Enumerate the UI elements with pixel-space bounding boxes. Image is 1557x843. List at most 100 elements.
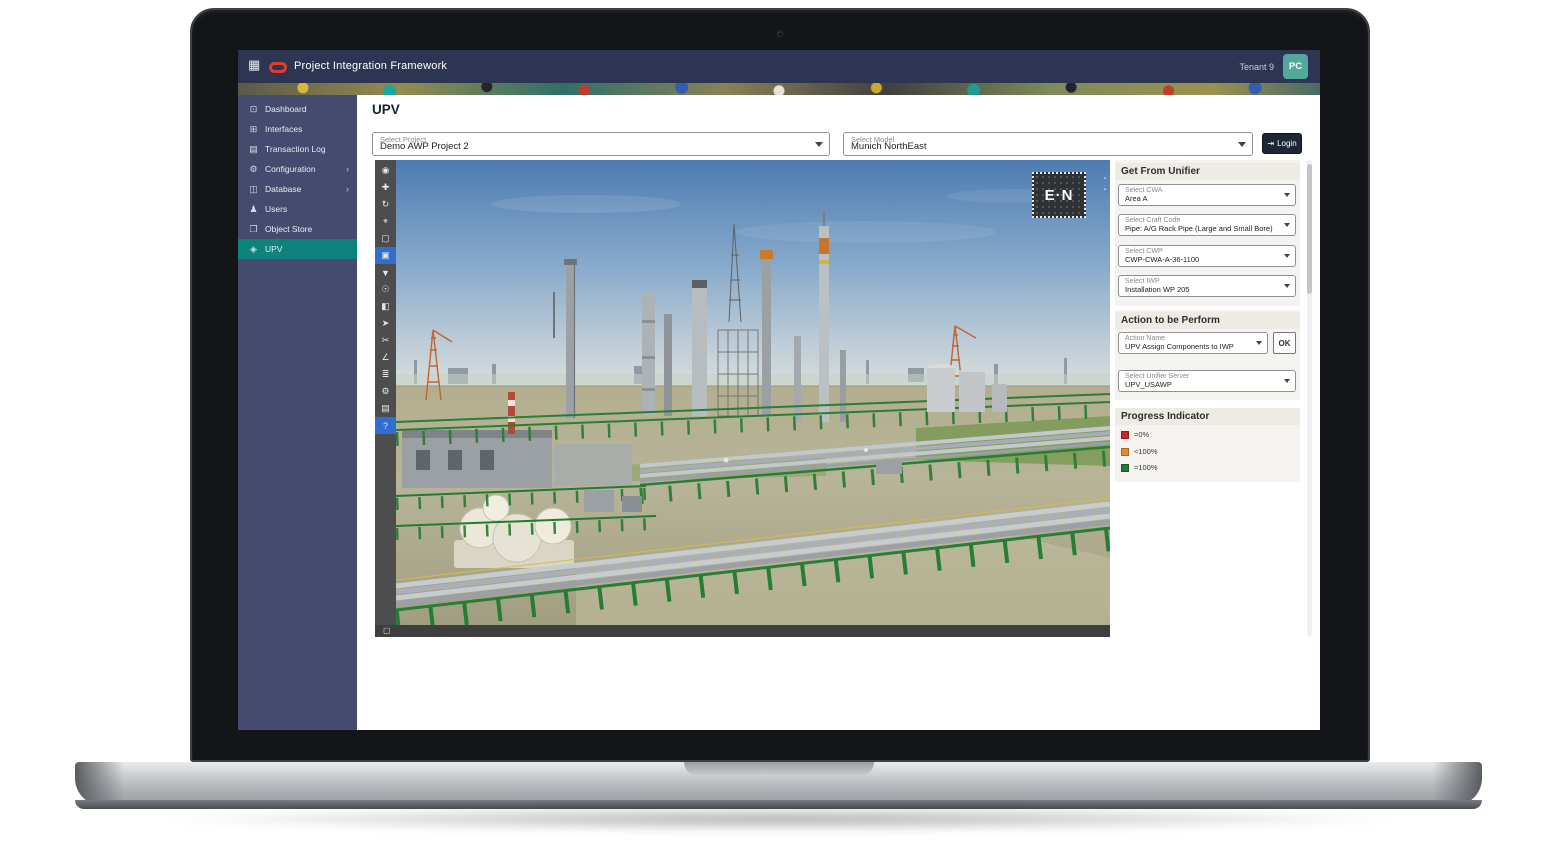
progress-section-title: Progress Indicator xyxy=(1115,408,1300,425)
chevron-down-icon xyxy=(1284,193,1290,197)
select-craft-code-value: Pipe: A/G Rack Pipe (Large and Small Bor… xyxy=(1125,224,1273,233)
sidebar-item-label: Transaction Log xyxy=(265,144,326,154)
app-grid-icon[interactable]: ▦ xyxy=(248,58,260,71)
scrollbar-thumb[interactable] xyxy=(1307,164,1312,294)
sidebar-item-label: Database xyxy=(265,184,301,194)
help-icon[interactable]: ? xyxy=(375,417,396,434)
pan-icon[interactable]: ✚ xyxy=(375,179,396,196)
scrollbar[interactable] xyxy=(1307,160,1312,637)
sidebar-item-label: Dashboard xyxy=(265,104,307,114)
viewer-toolbar: ◉ ✚ ↻ ⌖ ▢ ▣ ▼ ☉ ◧ ➤ ✂ ∠ ≣ ⚙ ▤ xyxy=(375,160,396,625)
en-logo: E·N xyxy=(1032,172,1086,218)
model-viewer: ◉ ✚ ↻ ⌖ ▢ ▣ ▼ ☉ ◧ ➤ ✂ ∠ ≣ ⚙ ▤ xyxy=(375,160,1110,637)
measure-icon[interactable]: ∠ xyxy=(375,349,396,366)
select-cwp-value: CWP-CWA-A-36-1100 xyxy=(1125,255,1199,264)
section-cut-icon[interactable]: ✂ xyxy=(375,332,396,349)
viewer-statusbar: ▢ xyxy=(375,625,1110,637)
camera-icon[interactable]: ◉ xyxy=(375,162,396,179)
structure-icon[interactable]: ≣ xyxy=(375,366,396,383)
select-project[interactable]: Select Project Demo AWP Project 2 xyxy=(372,132,830,156)
action-name-value: UPV Assign Components to IWP xyxy=(1125,342,1234,351)
viewer-overlay-icon[interactable]: ▪ xyxy=(1104,187,1106,193)
unifier-section-title: Get From Unifier xyxy=(1115,163,1300,180)
ok-button[interactable]: OK xyxy=(1273,332,1296,354)
webcam-dot xyxy=(776,30,784,38)
viewer-statusbar-icon[interactable]: ▢ xyxy=(383,626,391,636)
fit-view-icon[interactable]: ▢ xyxy=(375,230,396,247)
progress-legend-label: <100% xyxy=(1134,447,1158,456)
login-icon: ⇥ xyxy=(1267,140,1274,148)
sidebar-item-label: Configuration xyxy=(265,164,316,174)
sidebar-item-interfaces[interactable]: ⊞ Interfaces xyxy=(238,119,357,139)
dashboard-icon: ⊡ xyxy=(248,104,259,115)
database-icon: ◫ xyxy=(248,184,259,195)
page-title: UPV xyxy=(372,102,400,117)
object-store-icon: ❒ xyxy=(248,224,259,235)
appearance-icon[interactable]: ◧ xyxy=(375,298,396,315)
user-avatar[interactable]: PC xyxy=(1283,54,1308,79)
login-button-label: Login xyxy=(1277,139,1297,148)
viewer-canvas[interactable]: E·N ▪ ▪ xyxy=(396,160,1110,625)
configuration-icon: ⚙ xyxy=(248,164,259,175)
oracle-logo-icon xyxy=(269,62,287,73)
chevron-down-icon xyxy=(1256,341,1262,345)
select-box-icon[interactable]: ▣ xyxy=(375,247,396,264)
main-content: UPV Select Project Demo AWP Project 2 Se… xyxy=(357,95,1320,730)
settings-icon[interactable]: ⚙ xyxy=(375,383,396,400)
orbit-icon[interactable]: ↻ xyxy=(375,196,396,213)
select-craft-code[interactable]: Select Craft Code Pipe: A/G Rack Pipe (L… xyxy=(1118,214,1296,236)
progress-legend-label: =100% xyxy=(1134,463,1158,472)
document-icon[interactable]: ▤ xyxy=(375,400,396,417)
transaction-log-icon: ▤ xyxy=(248,144,259,155)
sidebar-item-configuration[interactable]: ⚙ Configuration › xyxy=(238,159,357,179)
select-model[interactable]: Select Model Munich NorthEast xyxy=(843,132,1253,156)
chevron-down-icon xyxy=(815,142,823,147)
app-title: Project Integration Framework xyxy=(294,60,447,72)
sidebar-item-users[interactable]: ♟ Users xyxy=(238,199,357,219)
progress-legend-label: =0% xyxy=(1134,430,1149,439)
wallpaper-strip xyxy=(238,83,1320,95)
progress-legend-item: =100% xyxy=(1121,463,1158,472)
app-window: ▦ Project Integration Framework Tenant 9… xyxy=(238,50,1320,730)
progress-orange-swatch xyxy=(1121,448,1129,456)
sidebar-item-dashboard[interactable]: ⊡ Dashboard xyxy=(238,99,357,119)
select-iwp[interactable]: Select IWP Installation WP 205 xyxy=(1118,275,1296,297)
filter-icon[interactable]: ▼ xyxy=(375,264,396,281)
sidebar: ⊡ Dashboard ⊞ Interfaces ▤ Transaction L… xyxy=(238,95,357,730)
laptop-base-notch xyxy=(684,762,874,776)
chevron-right-icon: › xyxy=(346,184,349,194)
select-project-value: Demo AWP Project 2 xyxy=(380,141,469,152)
select-cwp-label: Select CWP xyxy=(1125,248,1163,255)
action-name-label: Action Name xyxy=(1125,335,1165,342)
select-iwp-value: Installation WP 205 xyxy=(1125,285,1189,294)
plant-3d-scene xyxy=(396,160,1110,625)
sidebar-item-upv[interactable]: ◈ UPV xyxy=(238,239,357,259)
tenant-label: Tenant 9 xyxy=(1239,62,1274,72)
viewer-overlay-icon[interactable]: ▪ xyxy=(1104,176,1106,182)
viewer-overlay-icons[interactable]: ▪ ▪ xyxy=(1104,176,1106,193)
pointer-icon[interactable]: ➤ xyxy=(375,315,396,332)
select-model-value: Munich NorthEast xyxy=(851,141,927,152)
interfaces-icon: ⊞ xyxy=(248,124,259,135)
select-cwa-label: Select CWA xyxy=(1125,187,1162,194)
sidebar-item-transaction-log[interactable]: ▤ Transaction Log xyxy=(238,139,357,159)
login-button[interactable]: ⇥ Login xyxy=(1262,133,1302,154)
unifier-server-label: Select Unifier Server xyxy=(1125,373,1189,380)
select-action-name[interactable]: Action Name UPV Assign Components to IWP xyxy=(1118,332,1268,354)
visibility-icon[interactable]: ☉ xyxy=(375,281,396,298)
app-header: ▦ Project Integration Framework Tenant 9… xyxy=(238,50,1320,83)
select-unifier-server[interactable]: Select Unifier Server UPV_USAWP xyxy=(1118,370,1296,392)
sidebar-item-label: Interfaces xyxy=(265,124,302,134)
chevron-down-icon xyxy=(1284,223,1290,227)
sidebar-item-label: UPV xyxy=(265,244,282,254)
stage: ▦ Project Integration Framework Tenant 9… xyxy=(0,0,1557,843)
unifier-server-value: UPV_USAWP xyxy=(1125,380,1172,389)
zoom-icon[interactable]: ⌖ xyxy=(375,213,396,230)
chevron-right-icon: › xyxy=(346,164,349,174)
sidebar-item-database[interactable]: ◫ Database › xyxy=(238,179,357,199)
progress-legend-item: =0% xyxy=(1121,430,1149,439)
select-cwp[interactable]: Select CWP CWP-CWA-A-36-1100 xyxy=(1118,245,1296,267)
chevron-down-icon xyxy=(1238,142,1246,147)
sidebar-item-object-store[interactable]: ❒ Object Store xyxy=(238,219,357,239)
select-cwa[interactable]: Select CWA Area A xyxy=(1118,184,1296,206)
